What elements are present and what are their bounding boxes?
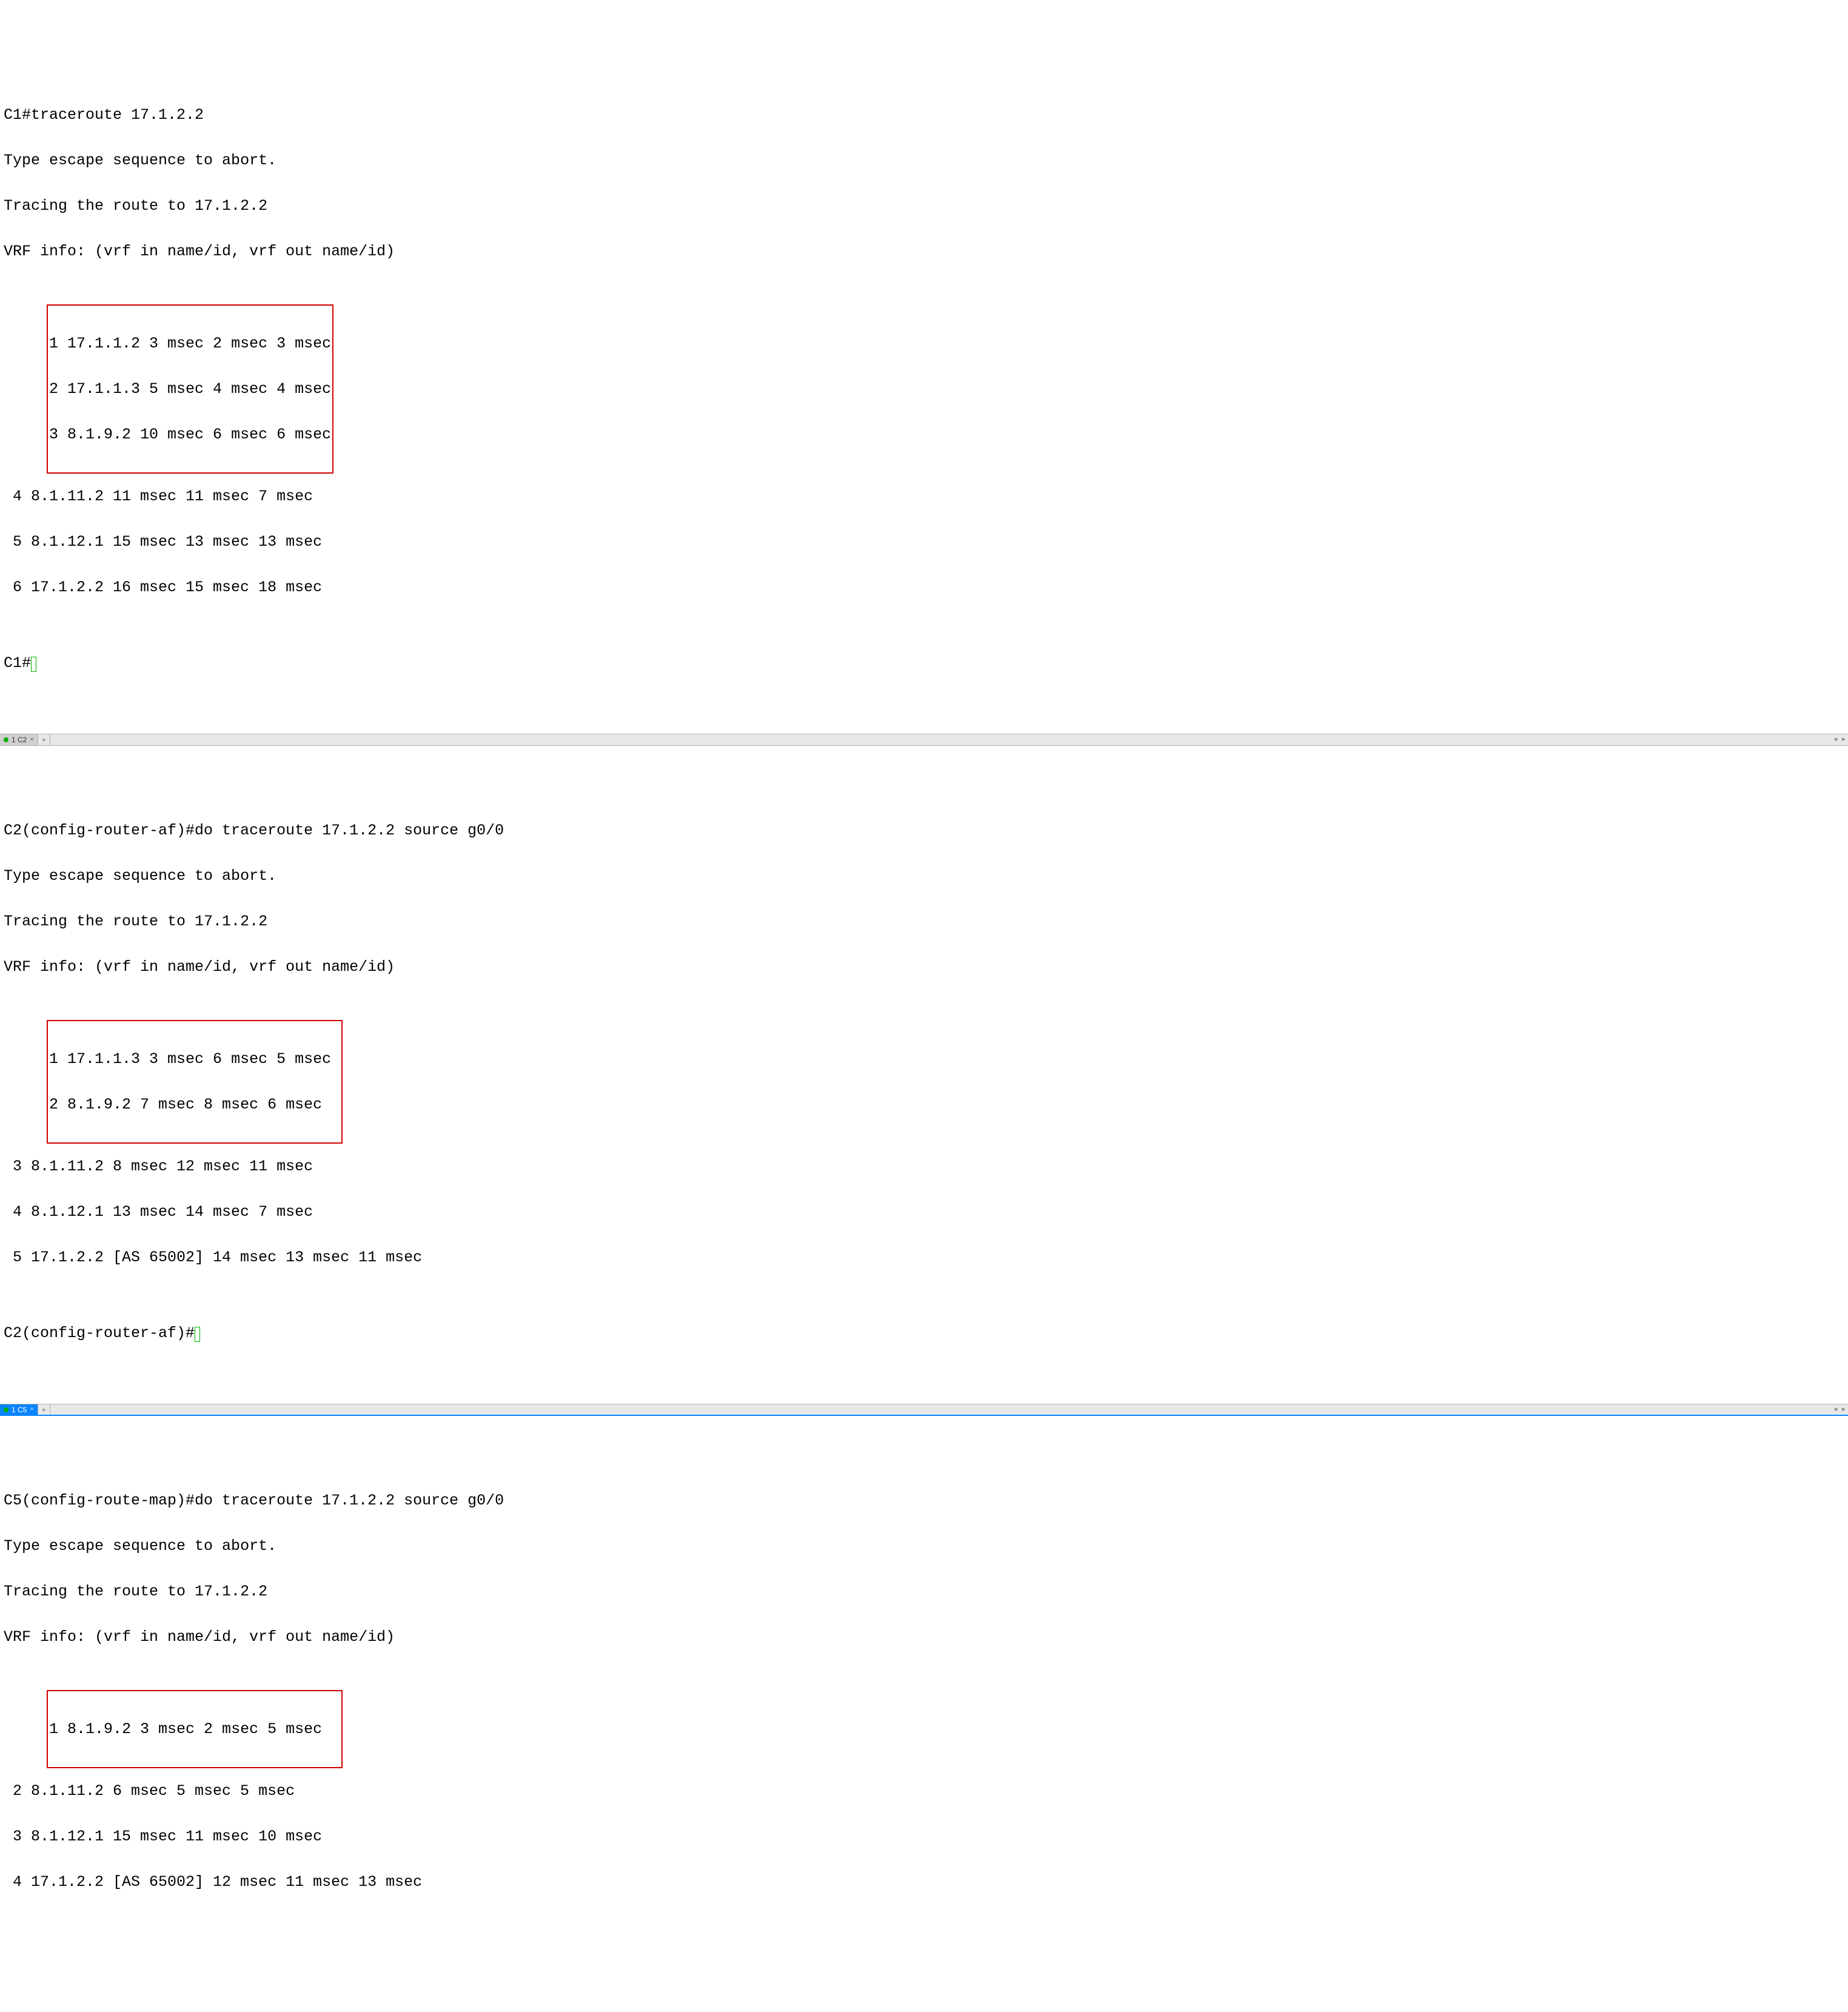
trace-hop: 3 8.1.12.1 15 msec 11 msec 10 msec xyxy=(13,1829,1844,1844)
trace-hop: 3 8.1.9.2 10 msec 6 msec 6 msec xyxy=(49,427,331,442)
cli-output: Type escape sequence to abort. xyxy=(4,153,1844,168)
status-dot-icon xyxy=(4,737,8,742)
trace-hop: 2 8.1.11.2 6 msec 5 msec 5 msec xyxy=(13,1783,1844,1799)
highlighted-hops: 1 8.1.9.2 3 msec 2 msec 5 msec xyxy=(47,1690,343,1768)
highlighted-hops: 1 17.1.1.3 3 msec 6 msec 5 msec 2 8.1.9.… xyxy=(47,1020,343,1144)
highlighted-hops: 1 17.1.1.2 3 msec 2 msec 3 msec 2 17.1.1… xyxy=(47,304,333,474)
cli-output: VRF info: (vrf in name/id, vrf out name/… xyxy=(4,959,1844,974)
tab-c5[interactable]: 1 C5 × xyxy=(0,1404,38,1415)
status-dot-icon xyxy=(4,1407,8,1412)
nav-right-icon[interactable]: ► xyxy=(1840,1407,1848,1413)
trace-hop: 4 17.1.2.2 [AS 65002] 12 msec 11 msec 13… xyxy=(13,1874,1844,1890)
nav-left-icon[interactable]: ◄ xyxy=(1831,737,1840,743)
cli-output: Type escape sequence to abort. xyxy=(4,868,1844,884)
nav-right-icon[interactable]: ► xyxy=(1840,737,1848,743)
trace-hop: 3 8.1.11.2 8 msec 12 msec 11 msec xyxy=(13,1159,1844,1174)
cli-command: C2(config-router-af)#do traceroute 17.1.… xyxy=(4,823,1844,838)
cli-output: Tracing the route to 17.1.2.2 xyxy=(4,914,1844,929)
add-tab-button[interactable]: + xyxy=(38,1404,50,1415)
prompt-text: C2(config-router-af)# xyxy=(4,1324,195,1342)
prompt-text: C1# xyxy=(4,654,31,672)
trace-hop: 2 17.1.1.3 5 msec 4 msec 4 msec xyxy=(49,381,331,397)
terminal-panel-c1[interactable]: C1#traceroute 17.1.2.2 Type escape seque… xyxy=(0,76,1848,688)
terminal-panel-c5[interactable]: C5(config-route-map)#do traceroute 17.1.… xyxy=(0,1461,1848,1936)
add-tab-button[interactable]: + xyxy=(38,734,50,745)
cli-output: Tracing the route to 17.1.2.2 xyxy=(4,1584,1844,1599)
close-icon[interactable]: × xyxy=(30,1406,33,1413)
trace-hop: 1 17.1.1.3 3 msec 6 msec 5 msec xyxy=(49,1051,340,1067)
cli-prompt[interactable]: C2(config-router-af)# xyxy=(4,1326,1844,1342)
trace-hop: 4 8.1.12.1 13 msec 14 msec 7 msec xyxy=(13,1204,1844,1219)
trace-hop: 2 8.1.9.2 7 msec 8 msec 6 msec xyxy=(49,1097,340,1112)
tab-c2[interactable]: 1 C2 × xyxy=(0,734,38,745)
cursor-icon xyxy=(31,657,36,672)
cli-command: C5(config-route-map)#do traceroute 17.1.… xyxy=(4,1493,1844,1508)
cli-output: VRF info: (vrf in name/id, vrf out name/… xyxy=(4,1629,1844,1645)
trace-hop: 4 8.1.11.2 11 msec 11 msec 7 msec xyxy=(13,489,1844,504)
close-icon[interactable]: × xyxy=(30,737,33,743)
trace-hop: 6 17.1.2.2 16 msec 15 msec 18 msec xyxy=(13,580,1844,595)
tab-nav: ◄ ► xyxy=(1831,1404,1848,1415)
tab-bar-c5: 1 C5 × + ◄ ► xyxy=(0,1404,1848,1416)
trace-hop: 1 17.1.1.2 3 msec 2 msec 3 msec xyxy=(49,336,331,351)
tab-bar-c2: 1 C2 × + ◄ ► xyxy=(0,734,1848,746)
cli-output: VRF info: (vrf in name/id, vrf out name/… xyxy=(4,244,1844,259)
tab-label: 1 C5 xyxy=(12,1406,27,1413)
trace-hop: 5 8.1.12.1 15 msec 13 msec 13 msec xyxy=(13,534,1844,549)
cli-command: C1#traceroute 17.1.2.2 xyxy=(4,107,1844,122)
tab-label: 1 C2 xyxy=(12,736,27,743)
cli-prompt[interactable]: C1# xyxy=(4,656,1844,672)
tab-nav: ◄ ► xyxy=(1831,734,1848,745)
terminal-panel-c2[interactable]: C2(config-router-af)#do traceroute 17.1.… xyxy=(0,791,1848,1358)
trace-hop: 1 8.1.9.2 3 msec 2 msec 5 msec xyxy=(49,1722,340,1737)
cli-output: Tracing the route to 17.1.2.2 xyxy=(4,198,1844,213)
cli-output: Type escape sequence to abort. xyxy=(4,1538,1844,1554)
trace-hop: 5 17.1.2.2 [AS 65002] 14 msec 13 msec 11… xyxy=(13,1250,1844,1265)
nav-left-icon[interactable]: ◄ xyxy=(1831,1407,1840,1413)
cursor-icon xyxy=(195,1327,200,1342)
